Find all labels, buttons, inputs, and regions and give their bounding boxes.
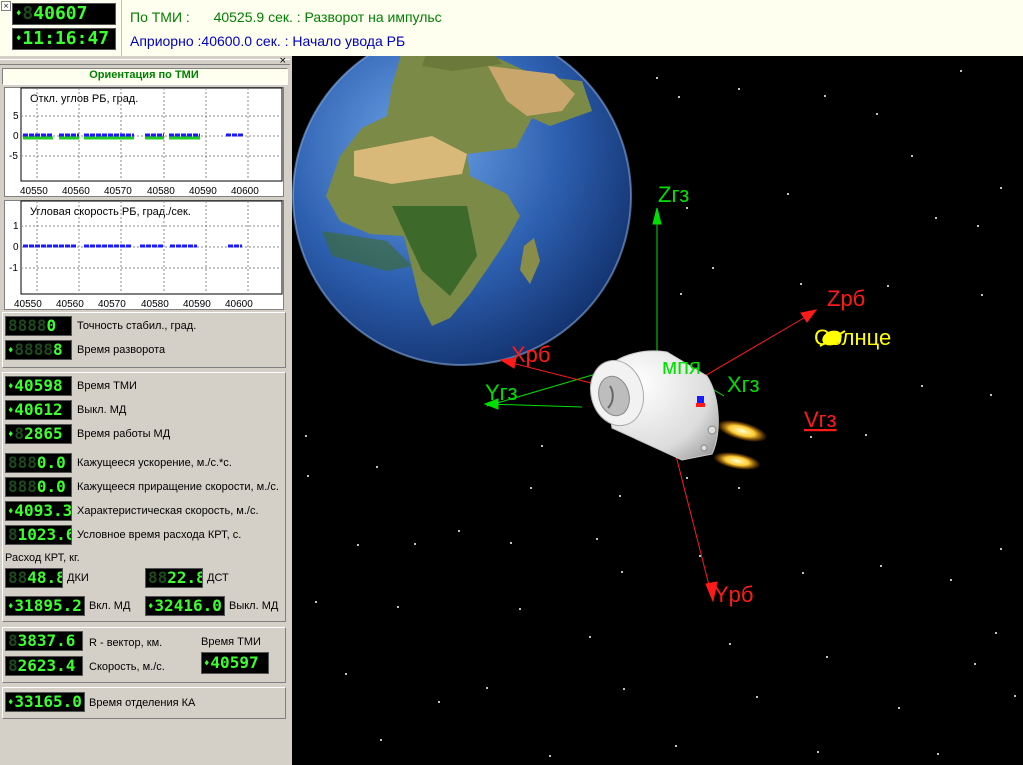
label-xgz: Xгз	[727, 372, 760, 397]
header-divider	[121, 0, 122, 56]
chart2-xtick: 40590	[183, 299, 211, 310]
g2-row4-display: 8880.0	[5, 477, 72, 497]
chart1-xtick: 40570	[104, 186, 132, 197]
g1-row0-label: Точность стабил., град.	[77, 320, 197, 332]
g2-row0-label: Время ТМИ	[77, 380, 137, 392]
sidebar-title: Ориентация по ТМИ	[89, 69, 199, 81]
fuel-on-display: ♦31895.2	[5, 596, 85, 616]
chart2-ytick: 0	[13, 242, 19, 253]
g4-sep-label: Время отделения КА	[89, 697, 196, 709]
counter-time-value: 11:16:47	[22, 28, 110, 49]
g3-v-display: 82623.4	[5, 656, 83, 676]
chart1-ytick: -5	[9, 151, 18, 162]
header-line2-label: Априорно :	[130, 33, 202, 49]
header-line2-value: 40600.0 сек. : Начало увода РБ	[201, 33, 406, 49]
sidebar-splitter[interactable]	[0, 59, 290, 65]
fuel-dst-display: 8822.8	[145, 568, 203, 588]
g1-row1-label: Время разворота	[77, 344, 166, 356]
chart1-xtick: 40600	[231, 186, 259, 197]
label-xrb: Xрб	[511, 342, 551, 367]
g2-row5-display: ♦4093.3	[5, 501, 72, 521]
g2-row2-label: Время работы МД	[77, 428, 171, 440]
g2-row6-display: 81023.6	[5, 525, 72, 545]
fuel-dki-label: ДКИ	[67, 572, 89, 584]
chart1-xtick: 40590	[189, 186, 217, 197]
g2-row5-label: Характеристическая скорость, м./с.	[77, 505, 259, 517]
counter-main-value: 40607	[33, 3, 88, 24]
label-yrb: Yрб	[714, 582, 754, 607]
fuel-off-display: ♦32416.0	[145, 596, 225, 616]
fuel-dst-label: ДСТ	[207, 572, 229, 584]
g2-row4-label: Кажущееся приращение скорости, м./с.	[77, 481, 279, 493]
label-vgz: Vгз	[804, 407, 837, 432]
chart2-ytick: -1	[9, 263, 18, 274]
chart2-xtick: 40550	[14, 299, 42, 310]
g2-row0-display: ♦40598	[5, 376, 72, 396]
space-scene[interactable]: Zгз Yгз Xгз мпя Vгз Zрб Xрб Yрб Солнце	[292, 56, 1023, 765]
chart2-xtick: 40560	[56, 299, 84, 310]
chart2-xtick: 40580	[141, 299, 169, 310]
label-mpya: мпя	[662, 354, 701, 379]
g3-tmi-display: ♦40597	[201, 652, 269, 674]
label-sun: Солнце	[814, 325, 891, 350]
g2-row3-display: 8880.0	[5, 453, 72, 473]
counter-time-display: ♦11:16:47	[12, 28, 116, 50]
g3-v-label: Скорость, м./с.	[89, 661, 165, 673]
fuel-off-label: Выкл. МД	[229, 600, 279, 612]
g2-row2-display: ♦82865	[5, 424, 72, 444]
g3-tmi-title: Время ТМИ	[201, 636, 261, 648]
fuel-title: Расход КРТ, кг.	[5, 552, 80, 564]
g1-row1-display: ♦88888	[5, 340, 72, 360]
sidebar-close-icon[interactable]: ×	[279, 57, 287, 66]
g2-row3-label: Кажущееся ускорение, м./с.*с.	[77, 457, 232, 469]
g2-row1-label: Выкл. МД	[77, 404, 127, 416]
g3-r-label: R - вектор, км.	[89, 637, 163, 649]
g1-row0-display: 88880	[5, 316, 72, 336]
counter-main-display: ♦840607	[12, 3, 116, 25]
chart1-ytick: 5	[13, 111, 19, 122]
chart2-ytick: 1	[13, 221, 19, 232]
g2-row6-label: Условное время расхода КРТ, с.	[77, 529, 242, 541]
header-line1-value: 40525.9 сек. : Разворот на импульс	[213, 9, 442, 25]
label-ygz: Yгз	[485, 380, 518, 405]
chart2-xtick: 40600	[225, 299, 253, 310]
header-close-box[interactable]: ×	[1, 1, 11, 11]
chart1-svg: 5 0 -5 40550 40560 40570 40580 40590 406…	[9, 87, 283, 197]
chart2-xtick: 40570	[98, 299, 126, 310]
fuel-on-label: Вкл. МД	[89, 600, 131, 612]
label-zgz: Zгз	[658, 182, 689, 207]
fuel-dki-display: 8848.8	[5, 568, 63, 588]
chart2-svg: 1 0 -1 40550 40560 40570 40580 40590 406…	[9, 200, 283, 310]
label-zrb: Zрб	[827, 286, 865, 311]
chart1-xtick: 40550	[20, 186, 48, 197]
header-line2: Априорно :40600.0 сек. : Начало увода РБ	[130, 33, 405, 49]
g2-row1-display: ♦40612	[5, 400, 72, 420]
chart1-ytick: 0	[13, 131, 19, 142]
header-line1: По ТМИ : 40525.9 сек. : Разворот на импу…	[130, 9, 442, 25]
g3-r-display: 83837.6	[5, 631, 83, 651]
chart1-xtick: 40580	[147, 186, 175, 197]
g4-sep-display: ♦33165.0	[5, 692, 85, 712]
header-line1-label: По ТМИ :	[130, 9, 190, 25]
chart1-xtick: 40560	[62, 186, 90, 197]
